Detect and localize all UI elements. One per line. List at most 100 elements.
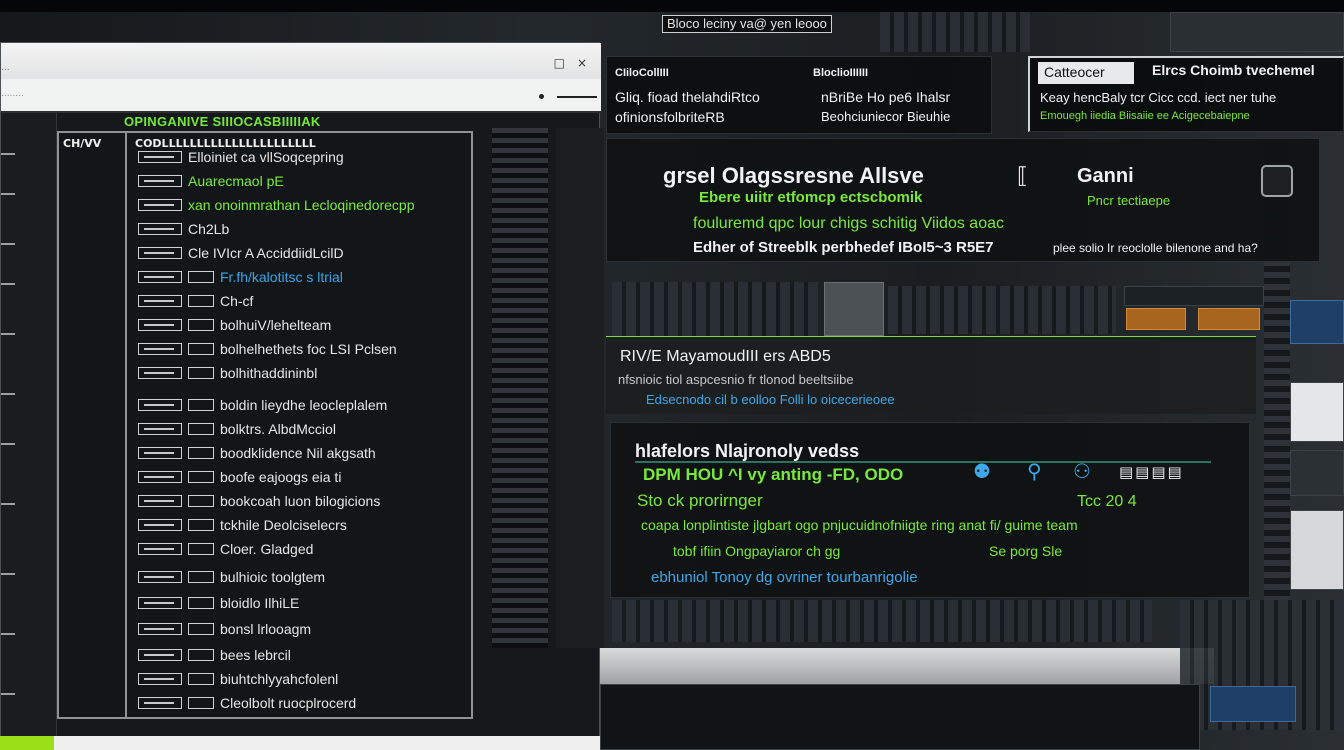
row-tag-icon	[188, 495, 214, 507]
tree-row[interactable]: Ch2Lb	[138, 220, 229, 238]
tree-row[interactable]: Cleolbolt ruocplrocerd	[138, 694, 356, 712]
rack-panel	[1170, 12, 1344, 52]
tree-row[interactable]: biuhtchlyyahcfolenl	[138, 670, 338, 688]
tree-row[interactable]: bees lebrcil	[138, 646, 291, 664]
tree-row[interactable]: Fr.fh/kalotitsc s ltrial	[138, 268, 343, 286]
tree-row[interactable]: bolhelhethets foc LSI Pclsen	[138, 340, 397, 358]
tree-row[interactable]: tckhile Deolciselecrs	[138, 516, 347, 534]
row-tag-icon	[188, 447, 214, 459]
side-rail	[1, 113, 57, 750]
dash-icon[interactable]: ⚉	[973, 459, 991, 483]
rack-panel	[1290, 510, 1344, 590]
tree-row[interactable]: boldin lieydhe leocleplalem	[138, 396, 387, 414]
tree-row[interactable]: bloidlo IlhiLE	[138, 594, 299, 612]
tree-row[interactable]: bookcoah luon bilogicions	[138, 492, 380, 510]
tree-row[interactable]: Auarecmaol pE	[138, 172, 284, 190]
tree-row-label: tckhile Deolciselecrs	[220, 517, 347, 533]
rack-panel	[824, 282, 884, 336]
rack-panel	[1290, 450, 1344, 496]
tree-row-label: Cle IVIcr A AcciddiidLcilD	[188, 245, 344, 261]
tree-row[interactable]: Cloer. Gladged	[138, 540, 313, 558]
rack-slots	[880, 12, 1030, 52]
network-line1: nfsnioic tiol aspcesnio fr tlonod beelts…	[618, 372, 854, 387]
report-title: hlafelors Nlajronoly vedss	[635, 441, 860, 461]
top-label[interactable]: Bloco leciny va@ yen leooo	[662, 15, 832, 33]
status-panel: CIiloCollIII BloclioIIIIII Gliq. fioad t…	[606, 56, 992, 134]
tree-row[interactable]: boodklidence Nil akgsath	[138, 444, 376, 462]
row-handle-icon	[138, 543, 182, 555]
catalog-title: Elrcs Choimb tvechemel	[1152, 62, 1315, 78]
tree-row[interactable]: Cle IVIcr A AcciddiidLcilD	[138, 244, 344, 262]
rail-tick	[1, 443, 15, 445]
tree-row[interactable]: Elloiniet ca vllSoqcepring	[138, 148, 344, 166]
row-handle-icon	[138, 597, 182, 609]
row-handle-icon	[138, 495, 182, 507]
row-handle-icon	[138, 649, 182, 661]
tree-row-label: Elloiniet ca vllSoqcepring	[188, 149, 344, 165]
window-titlebar[interactable]: ... □ ×	[1, 43, 601, 79]
tab-catalog[interactable]: Catteocer	[1038, 62, 1134, 84]
status-line1-b: nBriBe Ho pe6 Ihalsr	[821, 89, 951, 105]
rack-divider	[556, 128, 604, 648]
tree-row-label: Ch-cf	[220, 293, 254, 309]
close-icon[interactable]: ×	[577, 56, 587, 70]
status-col-b-title: BloclioIIIIII	[813, 67, 869, 79]
rack-panel	[1290, 300, 1344, 344]
rail-tick	[1, 503, 15, 505]
catalog-line1: Keay hencBaly tcr Cicc ccd. iect ner tuh…	[1040, 90, 1277, 105]
catalog-line2: Emouegh iiedia Biisaiie ee Acigecebaiepn…	[1040, 110, 1250, 122]
bars-icon[interactable]: ▤▤▤▤	[1119, 463, 1184, 481]
tree-row[interactable]: Ch-cf	[138, 292, 253, 310]
report-row2-right: Tcc 20 4	[1077, 493, 1137, 510]
row-handle-icon	[138, 199, 182, 211]
tree-row[interactable]: bonsl lrlooagm	[138, 620, 311, 638]
tree-row[interactable]: boofe eajoogs eia ti	[138, 468, 341, 486]
row-tag-icon	[188, 295, 214, 307]
tree-row-label: Cleolbolt ruocplrocerd	[220, 695, 357, 711]
group-icon[interactable]: ⚇	[1073, 459, 1091, 483]
rack-divider	[492, 128, 548, 648]
row-handle-icon	[138, 673, 182, 685]
menu-dot-icon[interactable]	[539, 94, 544, 99]
report-row1: DPM HOU ^I vy anting -FD, ODO	[643, 465, 904, 484]
report-row5: ebhuniol Tonoy dg ovriner tourbanrigolie	[651, 569, 918, 586]
address-bar[interactable]: ........	[1, 79, 601, 113]
tree-row[interactable]: bolhithaddininbl	[138, 364, 317, 382]
tree-row-label: bookcoah luon bilogicions	[220, 493, 381, 509]
report-row4: tobf ifiin Ongpayiaror ch gg	[673, 543, 841, 559]
tree-row-label: bolktrs. AlbdMcciol	[220, 421, 336, 437]
tree-row[interactable]: bolktrs. AlbdMcciol	[138, 420, 336, 438]
slider-track[interactable]	[557, 96, 597, 98]
overview-line2: fouluremd qpc lour chigs schitig Viidos …	[693, 215, 1004, 232]
row-handle-icon	[138, 623, 182, 635]
overview-line3-right: plee solio Ir reoclolle bilenone and ha?	[1053, 241, 1258, 255]
tree-row[interactable]: bolhuiV/lehelteam	[138, 316, 331, 334]
tree-header-left: CH/VV	[63, 137, 102, 150]
rail-tick	[1, 633, 15, 635]
overview-action-button[interactable]	[1261, 165, 1293, 197]
tree-row[interactable]: xan onoinmrathan Lecloqinedorecpp	[138, 196, 415, 214]
row-handle-icon	[138, 319, 182, 331]
row-handle-icon	[138, 223, 182, 235]
rack-slots	[612, 600, 1152, 642]
row-handle-icon	[138, 447, 182, 459]
status-col-a-title: CIiloCollIII	[615, 67, 669, 79]
row-tag-icon	[188, 399, 214, 411]
tree-row-label: bolhuiV/lehelteam	[220, 317, 332, 333]
status-indicator	[0, 736, 54, 750]
tree-row-label: boofe eajoogs eia ti	[220, 469, 342, 485]
tree-row[interactable]: bulhioic toolgtem	[138, 568, 325, 586]
row-tag-icon	[188, 471, 214, 483]
report-row2: Sto ck prorirnger	[637, 491, 763, 510]
rail-tick	[1, 693, 15, 695]
rail-tick	[1, 283, 15, 285]
row-handle-icon	[138, 151, 182, 163]
person-icon[interactable]: ⚲	[1027, 459, 1042, 483]
network-line2: Edsecnodo cil b eolloo Folli lo oiceceri…	[646, 392, 895, 407]
column-divider	[125, 133, 127, 717]
row-tag-icon	[188, 673, 214, 685]
maximize-icon[interactable]: □	[554, 56, 565, 70]
network-panel: RIV/E MayamoudIII ers ABD5 nfsnioic tiol…	[606, 336, 1256, 414]
network-title: RIV/E MayamoudIII ers ABD5	[620, 348, 831, 365]
overview-panel: grsel Olagssresne Allsve ⟦ Ganni Pncr te…	[606, 138, 1320, 262]
